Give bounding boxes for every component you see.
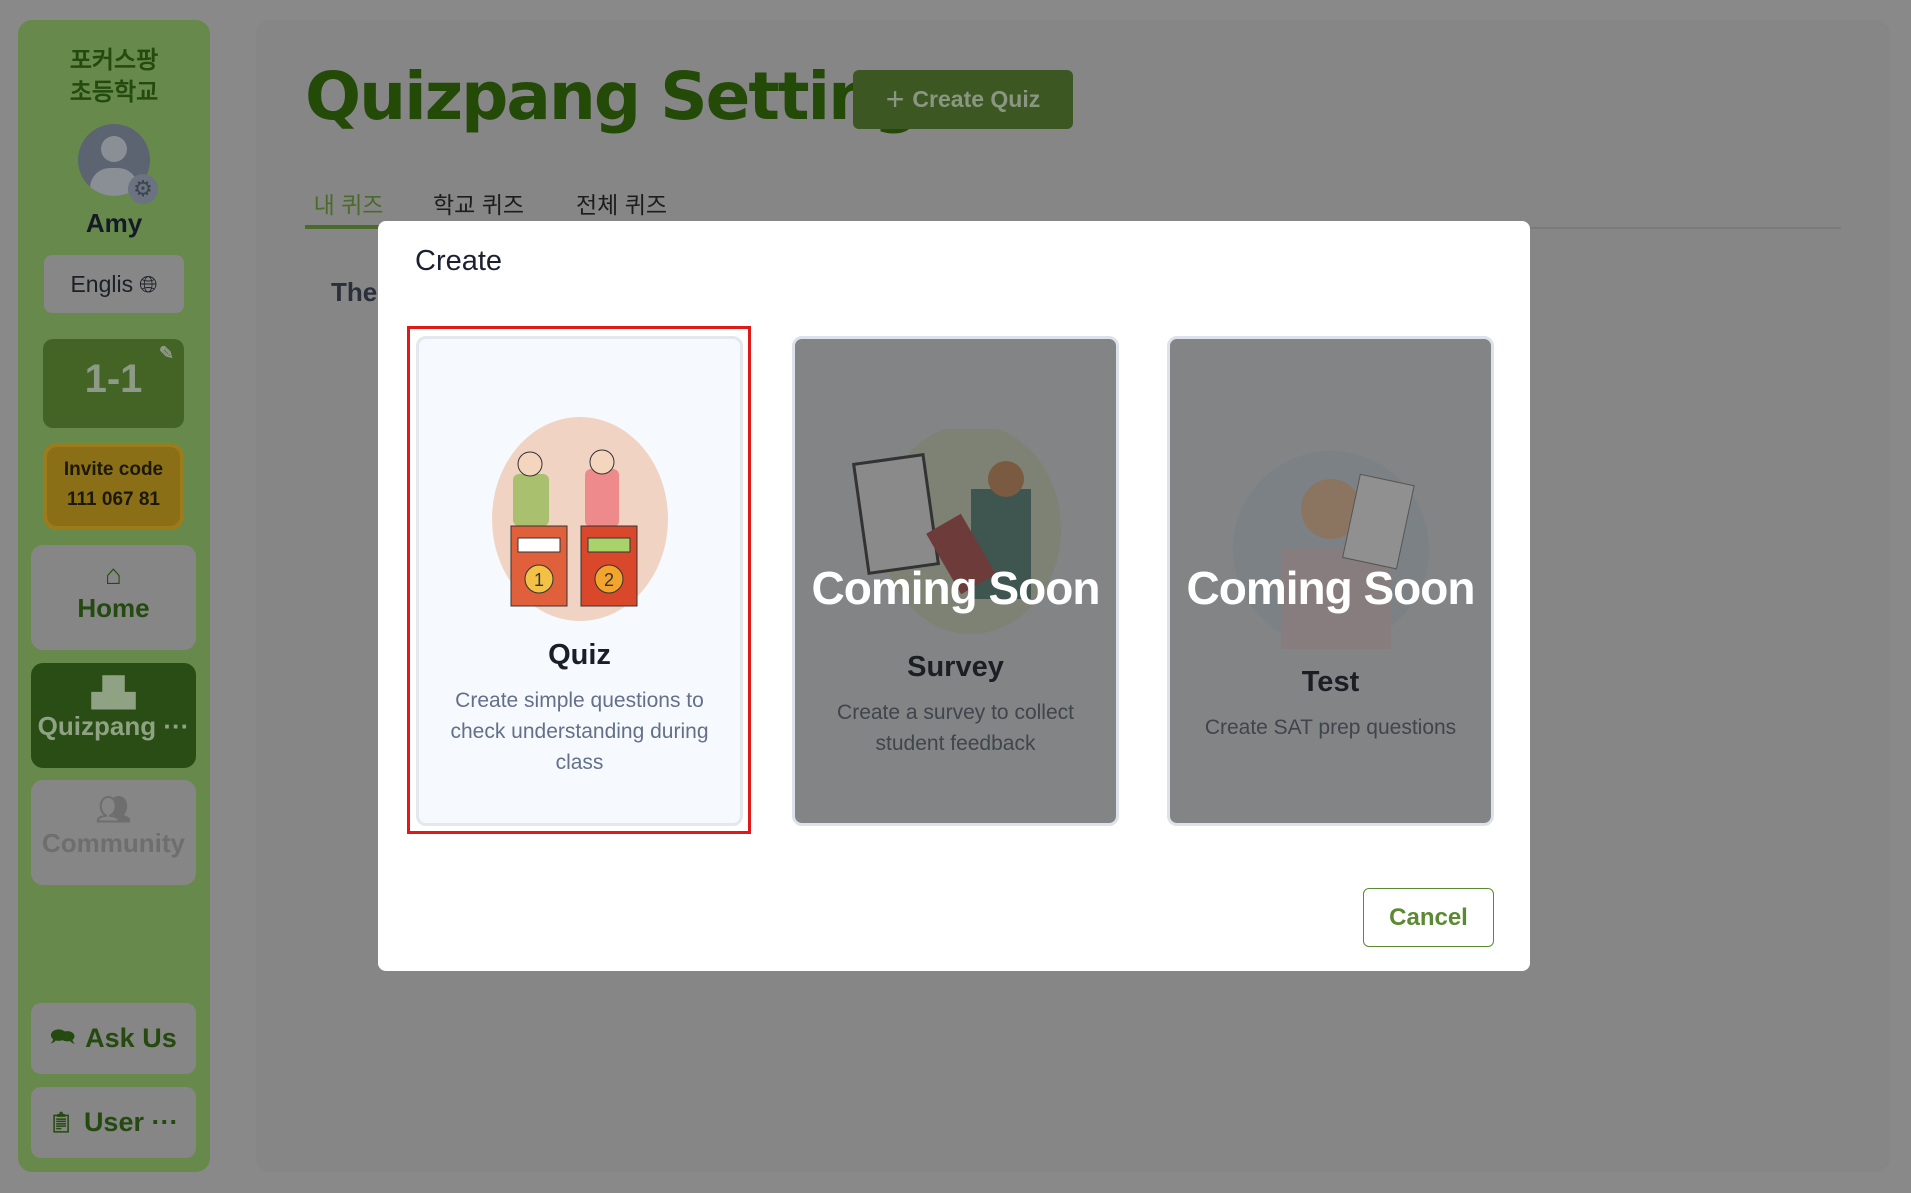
nav-community-label: Community (42, 828, 185, 858)
gear-icon[interactable]: ⚙ (128, 174, 158, 204)
tab-school-quiz[interactable]: 학교 퀴즈 (433, 186, 524, 220)
class-name: 1-1 (84, 357, 143, 401)
people-icon: 👥︎ (95, 794, 132, 825)
survey-card: Coming Soon Survey Create a survey to co… (792, 336, 1119, 826)
nav-quizpang-label: Quizpang ··· (37, 711, 190, 741)
chat-icon: 🗪︎ (50, 1025, 76, 1048)
nav-home-label: Home (77, 593, 150, 623)
language-label: Englis (70, 270, 134, 297)
test-desc: Create SAT prep questions (1204, 716, 1457, 739)
create-modal: Create 1 2 Quiz Create simple questions … (378, 221, 1530, 971)
user-menu-button[interactable]: 📋︎ User ··· (31, 1087, 196, 1158)
invite-code: 111 067 81 (67, 489, 160, 510)
test-card: Coming Soon Test Create SAT prep questio… (1167, 336, 1494, 826)
user-label: User ··· (83, 1107, 179, 1137)
create-quiz-button[interactable]: + Create Quiz (853, 70, 1073, 129)
clipboard-icon: 📋︎ (48, 1112, 74, 1134)
survey-title: Survey (907, 651, 1004, 683)
quiz-desc: Create simple questions to check underst… (450, 689, 709, 774)
invite-code-box: Invite code 111 067 81 (43, 443, 184, 530)
sidebar: 포커스팡 초등학교 ⚙ Amy Englis 🌐︎ 1-1 ✎ Invite cod… (18, 20, 210, 1172)
content-text: The (331, 277, 378, 307)
test-title: Test (1301, 666, 1360, 698)
coming-soon-label: Coming Soon (1186, 562, 1476, 614)
create-quiz-label: Create Quiz (912, 86, 1041, 112)
language-select[interactable]: Englis 🌐︎ (44, 255, 184, 313)
quiz-card[interactable]: 1 2 Quiz Create simple questions to chec… (416, 336, 743, 826)
modal-title: Create (415, 245, 503, 277)
home-icon: ⌂ (105, 559, 122, 590)
ask-us-button[interactable]: 🗪︎ Ask Us (31, 1003, 196, 1074)
nav-quizpang[interactable]: ▟▙ Quizpang ··· (31, 663, 196, 768)
pencil-icon[interactable]: ✎ (159, 343, 174, 363)
coming-soon-label: Coming Soon (811, 562, 1101, 614)
globe-icon: 🌐︎ (139, 270, 158, 297)
nav-home[interactable]: ⌂ Home (31, 545, 196, 650)
svg-text:1: 1 (533, 570, 543, 590)
plus-icon: + (885, 81, 905, 117)
test-illustration (1232, 451, 1429, 649)
invite-label: Invite code (63, 459, 164, 480)
tab-all-quiz[interactable]: 전체 퀴즈 (576, 186, 667, 220)
user-name: Amy (85, 208, 143, 238)
tab-my-quiz[interactable]: 내 퀴즈 (305, 186, 392, 229)
ask-us-label: Ask Us (85, 1023, 177, 1053)
survey-desc: Create a survey to collect student feedb… (837, 701, 1074, 755)
quiz-title: Quiz (548, 639, 611, 671)
quiz-illustration: 1 2 (491, 417, 668, 621)
class-card[interactable]: 1-1 ✎ (43, 339, 184, 428)
school-name: 포커스팡 초등학교 (69, 46, 159, 106)
cancel-button[interactable]: Cancel (1363, 888, 1494, 947)
nav-community[interactable]: 👥︎ Community (31, 780, 196, 885)
podium-icon: ▟▙ (91, 677, 136, 708)
svg-text:2: 2 (603, 570, 613, 590)
